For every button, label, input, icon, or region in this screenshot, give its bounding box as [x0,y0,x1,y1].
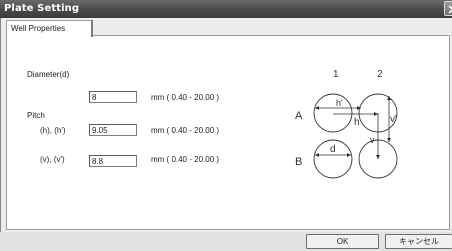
diagram-row-b: B [295,156,302,168]
well-circle-a1 [313,93,353,133]
close-button[interactable] [444,1,452,16]
pitch-label: Pitch [27,111,45,120]
v-prime-label: v' [390,114,397,125]
diagram-col-2: 2 [377,69,383,80]
diameter-input[interactable]: 8 [89,91,137,103]
pitch-v-range: mm ( 0.40 - 20.00 ) [151,155,220,164]
v-label: v [370,135,375,145]
diagram-col-1: 1 [333,69,339,80]
h-prime-label: h' [336,98,343,108]
cancel-button[interactable]: キャンセル [385,234,452,249]
pitch-h-input[interactable]: 9.05 [89,124,137,136]
title-bar[interactable]: Plate Setting [0,0,452,18]
window-title: Plate Setting [4,3,80,14]
pitch-v-input[interactable]: 8.8 [89,155,137,167]
h-label: h [354,117,360,128]
h-arrowhead [374,112,378,116]
pitch-v-label: (v), (v') [40,155,65,164]
d-label: d [330,144,336,155]
v-arrowhead [376,155,380,159]
pitch-h-range: mm ( 0.40 - 20.00 ) [151,126,220,135]
diagram-row-a: A [295,110,303,122]
tab-well-properties[interactable]: Well Properties [6,20,92,36]
tab-edge [91,20,93,37]
pitch-h-label: (h), (h') [40,126,66,135]
diameter-label: Diameter(d) [27,70,70,79]
close-icon [448,5,452,14]
diameter-range: mm ( 0.40 - 20.00 ) [151,93,220,102]
ok-button[interactable]: OK [306,234,379,249]
well-pitch-diagram: 1 2 A B h' h v' v d [295,69,398,179]
